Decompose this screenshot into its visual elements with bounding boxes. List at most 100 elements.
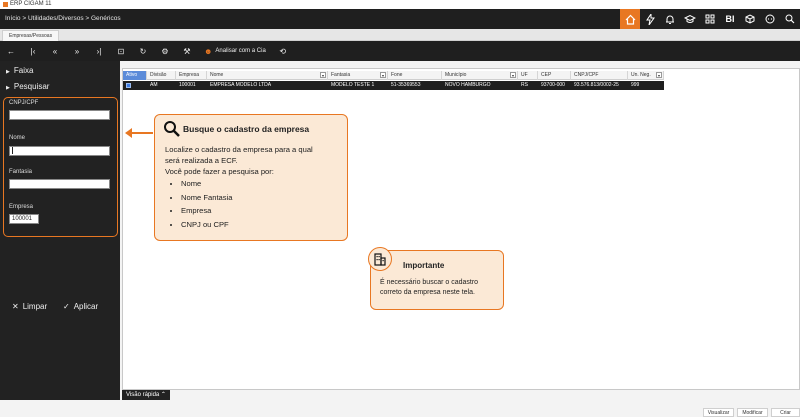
- column-header-uf[interactable]: UF: [518, 71, 538, 80]
- important-title: Importante: [403, 261, 445, 270]
- callout-body: Localize o cadastro da empresa para a qu…: [165, 144, 345, 231]
- settings-icon[interactable]: ⚙: [154, 47, 176, 56]
- bi-icon[interactable]: BI: [720, 9, 740, 29]
- export-icon[interactable]: ⊡: [110, 47, 132, 56]
- important-line: É necessário buscar o cadastro: [380, 279, 479, 286]
- back-arrow-icon[interactable]: ←: [0, 47, 22, 56]
- last-record-icon[interactable]: ›|: [88, 47, 110, 56]
- cell-divisao: AM: [150, 82, 158, 88]
- cnpj-input[interactable]: [9, 110, 110, 120]
- visao-rapida-tab[interactable]: Visão rápida ⌃: [122, 390, 170, 400]
- important-line: correto da empresa neste tela.: [380, 289, 475, 296]
- top-navigation-bar: Início > Utilidades/Diversos > Genéricos…: [0, 9, 800, 29]
- cnpj-label: CNPJ/CPF: [9, 100, 39, 106]
- empresa-label: Empresa: [9, 204, 34, 210]
- chevron-down-icon[interactable]: ▾: [510, 72, 516, 78]
- cell-municipio: NOVO HAMBURGO: [445, 82, 491, 88]
- expand-triangle-icon: ▶: [6, 69, 10, 75]
- important-body: É necessário buscar o cadastro correto d…: [380, 278, 502, 298]
- expand-triangle-icon: ▶: [6, 85, 10, 91]
- lightning-icon[interactable]: [640, 9, 660, 29]
- previous-page-icon[interactable]: «: [44, 47, 66, 56]
- cell-cep: 93700-000: [541, 82, 565, 88]
- search-filter-group: CNPJ/CPF Nome Fantasia Empresa 100001: [3, 97, 118, 237]
- graduation-icon[interactable]: [680, 9, 700, 29]
- bottom-action-bar: Visualizar Modificar Criar: [0, 400, 800, 417]
- list-item: Empresa: [181, 204, 345, 218]
- top-icons: BI: [620, 9, 800, 29]
- tools-icon[interactable]: ⚒: [176, 47, 198, 56]
- limpar-label: Limpar: [22, 302, 48, 311]
- chat-icon[interactable]: [760, 9, 780, 29]
- app-logo-icon: [3, 2, 8, 7]
- visualizar-button[interactable]: Visualizar: [703, 408, 734, 417]
- column-header-empresa[interactable]: Empresa: [176, 71, 207, 80]
- callout-arrow-line: [129, 132, 153, 134]
- refresh-icon[interactable]: ↻: [132, 47, 154, 56]
- breadcrumb[interactable]: Início > Utilidades/Diversos > Genéricos: [5, 15, 121, 22]
- cell-cnpj: 93.576.813/0002-25: [574, 82, 619, 88]
- analisar-button[interactable]: ☻ Analisar com a Cia: [198, 47, 272, 56]
- column-header-cnpj[interactable]: CNPJ/CPF: [571, 71, 628, 80]
- cell-uf: RS: [521, 82, 528, 88]
- nome-label: Nome: [9, 135, 26, 141]
- callout-list: Nome Nome Fantasia Empresa CNPJ ou CPF: [165, 177, 345, 231]
- column-header-fantasia[interactable]: Fantasia ▾: [328, 71, 388, 80]
- empresa-input[interactable]: 100001: [9, 214, 39, 224]
- column-header-label: Município: [445, 72, 467, 78]
- visao-rapida-label: Visão rápida: [126, 392, 160, 398]
- first-record-icon[interactable]: |‹: [22, 47, 44, 56]
- callout-line: será realizada a ECF.: [165, 156, 238, 165]
- table-row[interactable]: AM 100001 EMPRESA MODELO LTDA MODELO TES…: [123, 81, 664, 90]
- aplicar-button[interactable]: ✓ Aplicar: [63, 302, 98, 311]
- column-header-divisao[interactable]: Divisão: [147, 71, 176, 80]
- list-item: CNPJ ou CPF: [181, 218, 345, 232]
- aplicar-label: Aplicar: [73, 302, 99, 311]
- close-icon: ✕: [12, 302, 19, 311]
- tab-strip: Empresas/Pessoas: [0, 29, 800, 41]
- chevron-up-icon: ⌃: [160, 392, 166, 398]
- cell-nome: EMPRESA MODELO LTDA: [210, 82, 272, 88]
- sidebar-item-faixa[interactable]: ▶ Faixa: [6, 66, 33, 75]
- text-caret: [12, 147, 13, 154]
- fantasia-input[interactable]: [9, 179, 110, 189]
- column-header-nome[interactable]: Nome ▾: [207, 71, 328, 80]
- chevron-down-icon[interactable]: ▾: [656, 72, 662, 78]
- tab-empresas-pessoas[interactable]: Empresas/Pessoas: [2, 30, 60, 41]
- table-header: Ativo Divisão Empresa Nome ▾ Fantasia ▾ Fo…: [123, 71, 664, 80]
- column-header-label: Nome: [210, 72, 224, 78]
- important-callout: Importante É necessário buscar o cadastr…: [368, 247, 504, 310]
- column-header-municipio[interactable]: Município ▾: [442, 71, 518, 80]
- column-header-label: Un. Neg.: [631, 72, 651, 78]
- column-header-un-neg[interactable]: Un. Neg. ▾: [628, 71, 664, 80]
- column-header-label: Fantasia: [331, 72, 351, 78]
- cell-fantasia: MODELO TESTE 1: [331, 82, 375, 88]
- column-header-fone[interactable]: Fone: [388, 71, 442, 80]
- fantasia-label: Fantasia: [9, 169, 33, 175]
- box-icon[interactable]: [740, 9, 760, 29]
- sidebar-item-pesquisar[interactable]: ▶ Pesquisar: [6, 82, 49, 91]
- cell-un-neg: 999: [631, 82, 640, 88]
- limpar-button[interactable]: ✕ Limpar: [12, 302, 47, 311]
- callout-line: Você pode fazer a pesquisa por:: [165, 167, 274, 176]
- chevron-down-icon[interactable]: ▾: [320, 72, 326, 78]
- column-header-cep[interactable]: CEP: [538, 71, 571, 80]
- active-checkbox[interactable]: [126, 83, 131, 88]
- search-icon[interactable]: [780, 9, 800, 29]
- bell-icon[interactable]: [660, 9, 680, 29]
- nome-input[interactable]: [9, 146, 110, 156]
- chevron-down-icon[interactable]: ▾: [380, 72, 386, 78]
- cia-icon: ☻: [204, 46, 213, 56]
- callout-title: Busque o cadastro da empresa: [183, 124, 310, 134]
- criar-button[interactable]: Criar: [771, 408, 800, 417]
- search-tip-callout: Busque o cadastro da empresa Localize o …: [154, 114, 348, 241]
- modificar-button[interactable]: Modificar: [737, 408, 768, 417]
- grid-icon[interactable]: [700, 9, 720, 29]
- toolbar: ← |‹ « » ›| ⊡ ↻ ⚙ ⚒ ☻ Analisar com a Cia…: [0, 41, 800, 61]
- next-page-icon[interactable]: »: [66, 47, 88, 56]
- magnifier-icon: [164, 121, 180, 137]
- column-header-ativo[interactable]: Ativo: [123, 71, 147, 80]
- history-icon[interactable]: ⟲: [272, 47, 294, 56]
- home-icon[interactable]: [620, 9, 640, 29]
- callout-line: Localize o cadastro da empresa para a qu…: [165, 145, 313, 154]
